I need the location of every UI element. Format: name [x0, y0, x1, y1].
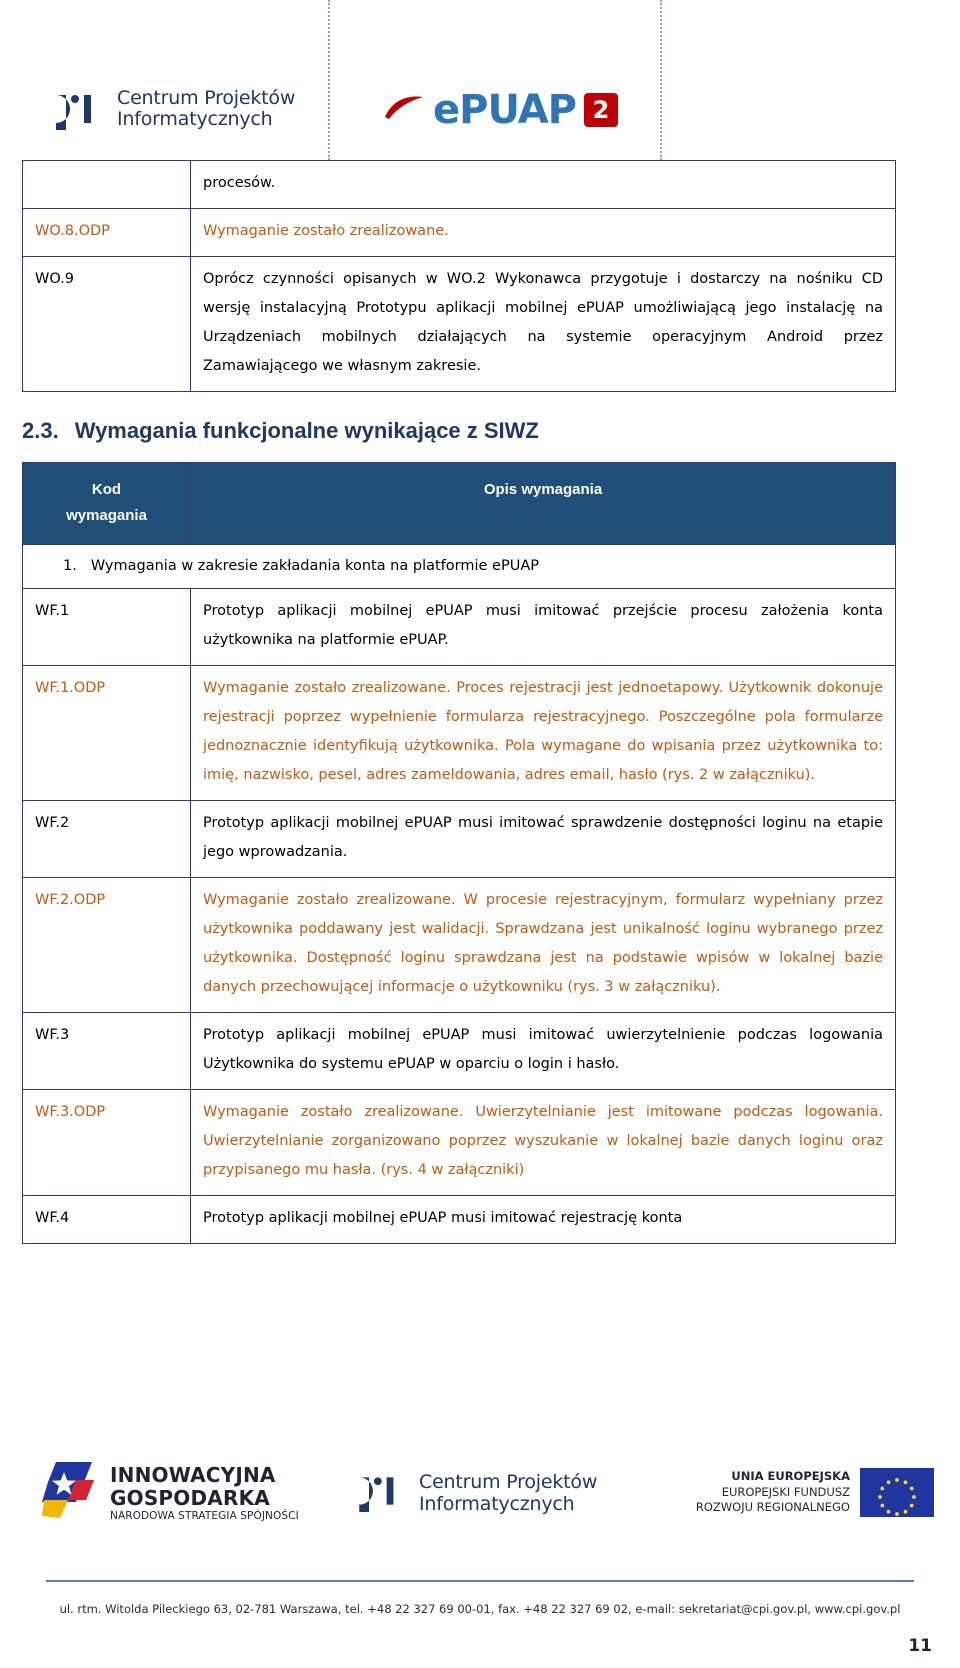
- ue-line1: UNIA EUROPEJSKA: [731, 1469, 850, 1484]
- column-header-code: Kod wymagania: [22, 462, 191, 545]
- table-row: WF.1 Prototyp aplikacji mobilnej ePUAP m…: [22, 587, 896, 666]
- table-header-row: Kod wymagania Opis wymagania: [22, 462, 896, 545]
- column-header-code-line1: Kod: [91, 481, 122, 498]
- requirement-code: WO.8.ODP: [22, 208, 191, 257]
- requirement-description: Prototyp aplikacji mobilnej ePUAP musi i…: [190, 799, 896, 878]
- ig-star-flag-icon: [42, 1460, 98, 1527]
- cpi-footer-line2: Informatycznych: [419, 1492, 575, 1515]
- table-row: procesów.: [22, 160, 896, 209]
- cpi-wordmark-line2: Informatycznych: [117, 108, 273, 131]
- page-header: Centrum Projektów Informatycznych ePUAP …: [0, 0, 960, 160]
- table-row: WO.9 Oprócz czynności opisanych w WO.2 W…: [22, 256, 896, 392]
- table-row: WF.2.ODP Wymaganie zostało zrealizowane.…: [22, 876, 896, 1013]
- group-row: 1. Wymagania w zakresie zakładania konta…: [22, 543, 896, 589]
- group-cell: 1. Wymagania w zakresie zakładania konta…: [22, 543, 896, 589]
- cpi-monogram-icon: [330, 1470, 410, 1517]
- requirement-description: Prototyp aplikacji mobilnej ePUAP musi i…: [190, 587, 896, 666]
- footer-logo-strip: INNOWACYJNA GOSPODARKA NARODOWA STRATEGI…: [0, 1456, 960, 1552]
- section-number: 2.3.: [22, 418, 59, 443]
- page-footer: INNOWACYJNA GOSPODARKA NARODOWA STRATEGI…: [0, 1438, 960, 1668]
- requirement-code: WF.4: [22, 1194, 191, 1244]
- requirement-description: Oprócz czynności opisanych w WO.2 Wykona…: [190, 256, 896, 392]
- cpi-wordmark-footer: Centrum Projektów Informatycznych: [419, 1472, 597, 1515]
- requirement-description: Prototyp aplikacji mobilnej ePUAP musi i…: [190, 1194, 896, 1244]
- cpi-monogram-icon: [26, 88, 108, 131]
- table-row: WF.3.ODP Wymaganie zostało zrealizowane.…: [22, 1088, 896, 1196]
- requirement-description: Wymaganie zostało zrealizowane. Proces r…: [190, 664, 896, 801]
- requirement-code: WF.3.ODP: [22, 1088, 191, 1196]
- group-number: 1.: [63, 557, 77, 574]
- ue-line2: EUROPEJSKI FUNDUSZ: [721, 1484, 850, 1499]
- requirement-code: WF.3: [22, 1011, 191, 1090]
- header-divider-left: [328, 0, 330, 160]
- wo-requirements-table: procesów. WO.8.ODP Wymaganie zostało zre…: [22, 160, 896, 392]
- cpi-wordmark-line1: Centrum Projektów: [117, 87, 296, 109]
- column-header-description: Opis wymagania: [190, 462, 896, 545]
- ue-wordmark: UNIA EUROPEJSKA EUROPEJSKI FUNDUSZ ROZWO…: [696, 1469, 850, 1516]
- requirement-code: WF.1: [22, 587, 191, 666]
- requirement-description: Wymaganie zostało zrealizowane. W proces…: [190, 876, 896, 1013]
- footer-address: ul. rtm. Witolda Pileckiego 63, 02-781 W…: [59, 1602, 901, 1616]
- table-row: WF.2 Prototyp aplikacji mobilnej ePUAP m…: [22, 799, 896, 878]
- requirement-code: WF.1.ODP: [22, 664, 191, 801]
- ig-line2: GOSPODARKA: [110, 1485, 270, 1510]
- column-header-code-line2: wymagania: [66, 507, 147, 525]
- footer-divider: [46, 1580, 914, 1582]
- eu-flag-icon: [860, 1468, 934, 1517]
- ig-line1: INNOWACYJNA: [110, 1463, 276, 1488]
- table-row: WF.1.ODP Wymaganie zostało zrealizowane.…: [22, 664, 896, 801]
- ig-line3: NARODOWA STRATEGIA SPÓJNOŚCI: [110, 1510, 299, 1523]
- unia-europejska-logo: UNIA EUROPEJSKA EUROPEJSKI FUNDUSZ ROZWO…: [696, 1468, 934, 1517]
- requirement-code: WF.2: [22, 799, 191, 878]
- cpi-logo-footer: Centrum Projektów Informatycznych: [330, 1470, 597, 1517]
- section-title: Wymagania funkcjonalne wynikające z SIWZ: [74, 418, 539, 443]
- epuap-wordmark: ePUAP: [433, 87, 577, 133]
- requirement-description: procesów.: [190, 160, 896, 209]
- requirement-description: Wymaganie zostało zrealizowane. Uwierzyt…: [190, 1088, 896, 1196]
- requirement-description: Wymaganie zostało zrealizowane.: [190, 208, 896, 257]
- requirement-code: [22, 160, 191, 209]
- cpi-footer-line1: Centrum Projektów: [419, 1471, 598, 1494]
- table-row: WO.8.ODP Wymaganie zostało zrealizowane.: [22, 208, 896, 257]
- header-divider-right: [660, 0, 662, 160]
- table-row: WF.4 Prototyp aplikacji mobilnej ePUAP m…: [22, 1194, 896, 1244]
- cpi-wordmark: Centrum Projektów Informatycznych: [117, 87, 296, 131]
- ue-line3: ROZWOJU REGIONALNEGO: [695, 1500, 850, 1515]
- table-row: WF.3 Prototyp aplikacji mobilnej ePUAP m…: [22, 1011, 896, 1090]
- section-heading: 2.3. Wymagania funkcjonalne wynikające z…: [22, 418, 960, 444]
- wf-requirements-table: Kod wymagania Opis wymagania 1. Wymagani…: [22, 462, 896, 1244]
- epuap-swoosh-icon: [383, 95, 425, 126]
- group-label: Wymagania w zakresie zakładania konta na…: [90, 557, 539, 574]
- epuap-version-badge: 2: [583, 93, 618, 127]
- requirement-code: WF.2.ODP: [22, 876, 191, 1013]
- page-number: 11: [908, 1636, 932, 1656]
- cpi-logo: Centrum Projektów Informatycznych: [26, 87, 296, 131]
- epuap-logo: ePUAP 2: [383, 90, 618, 130]
- requirement-code: WO.9: [22, 256, 191, 392]
- requirement-description: Prototyp aplikacji mobilnej ePUAP musi i…: [190, 1011, 896, 1090]
- ig-wordmark: INNOWACYJNA GOSPODARKA NARODOWA STRATEGI…: [110, 1464, 299, 1523]
- innowacyjna-gospodarka-logo: INNOWACYJNA GOSPODARKA NARODOWA STRATEGI…: [42, 1460, 299, 1527]
